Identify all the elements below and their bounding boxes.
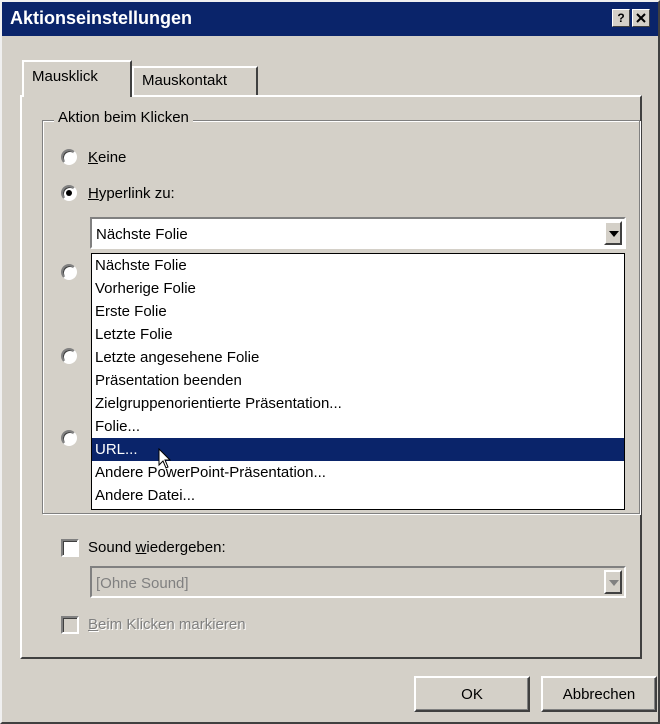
sound-label-key: w: [135, 539, 147, 556]
radio-hyperlink-key: H: [88, 185, 99, 202]
tab-mauskontakt[interactable]: Mauskontakt: [132, 66, 258, 96]
sound-combo-value: [Ohne Sound]: [96, 575, 189, 592]
sound-label-after: iedergeben:: [146, 539, 226, 556]
hyperlink-dropdown-list: Nächste Folie Vorherige Folie Erste Foli…: [91, 253, 625, 510]
title-bar: Aktionseinstellungen ?: [2, 2, 658, 36]
dialog-title: Aktionseinstellungen: [10, 8, 193, 28]
list-item[interactable]: Zielgruppenorientierte Präsentation...: [92, 392, 624, 415]
radio-option-5[interactable]: [61, 430, 77, 446]
radio-hyperlink-rest: yperlink zu:: [98, 185, 175, 202]
sound-checkbox[interactable]: [61, 539, 79, 557]
cancel-button[interactable]: Abbrechen: [541, 676, 657, 712]
list-item[interactable]: Letzte Folie: [92, 323, 624, 346]
radio-keine-rest: eine: [98, 149, 127, 166]
tab-mausklick-label: Mausklick: [32, 68, 98, 85]
radio-hyperlink[interactable]: [61, 185, 77, 201]
ok-button[interactable]: OK: [414, 676, 530, 712]
close-button[interactable]: [632, 9, 650, 27]
mouse-pointer-icon: [158, 448, 172, 469]
sound-combo[interactable]: [Ohne Sound]: [90, 566, 626, 598]
list-item[interactable]: Nächste Folie: [92, 254, 624, 277]
radio-hyperlink-label[interactable]: Hyperlink zu:: [88, 185, 175, 202]
radio-keine[interactable]: [61, 149, 77, 165]
highlight-label[interactable]: Beim Klicken markieren: [88, 616, 246, 633]
list-item[interactable]: Präsentation beenden: [92, 369, 624, 392]
action-group-legend: Aktion beim Klicken: [54, 109, 193, 126]
tab-mauskontakt-label: Mauskontakt: [142, 72, 228, 89]
list-item[interactable]: Vorherige Folie: [92, 277, 624, 300]
highlight-label-after: eim Klicken markieren: [98, 616, 246, 633]
list-item[interactable]: Andere Datei...: [92, 484, 624, 507]
sound-combo-arrow-icon[interactable]: [604, 570, 622, 594]
hyperlink-combo-arrow-icon[interactable]: [604, 221, 622, 245]
radio-option-4[interactable]: [61, 348, 77, 364]
sound-label[interactable]: Sound wiedergeben:: [88, 539, 226, 556]
highlight-label-key: B: [88, 616, 99, 633]
list-item[interactable]: Letzte angesehene Folie: [92, 346, 624, 369]
help-button[interactable]: ?: [612, 9, 630, 27]
list-item[interactable]: Erste Folie: [92, 300, 624, 323]
tab-mausklick[interactable]: Mausklick: [22, 60, 132, 97]
hyperlink-combo[interactable]: Nächste Folie: [90, 217, 626, 249]
radio-option-3[interactable]: [61, 264, 77, 280]
highlight-checkbox[interactable]: [61, 616, 79, 634]
action-settings-dialog: Aktionseinstellungen ? Mausklick Mauskon…: [0, 0, 660, 724]
radio-keine-label[interactable]: Keine: [88, 149, 126, 166]
radio-keine-key: K: [88, 149, 99, 166]
sound-label-before: Sound: [88, 539, 136, 556]
list-item[interactable]: Folie...: [92, 415, 624, 438]
hyperlink-combo-value: Nächste Folie: [96, 226, 188, 243]
close-icon: [636, 13, 646, 23]
